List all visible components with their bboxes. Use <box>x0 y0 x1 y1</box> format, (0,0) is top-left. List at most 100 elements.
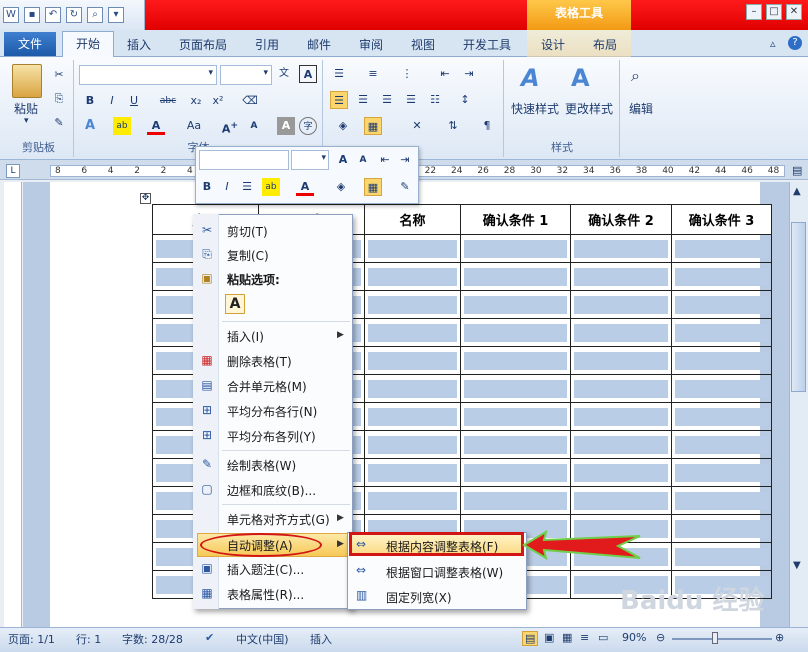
mini-font-size-select[interactable]: ▾ <box>291 150 329 170</box>
distributed-icon[interactable]: ☷ <box>426 91 444 109</box>
mini-shading-icon[interactable]: ◈ <box>332 178 350 196</box>
tab-file[interactable]: 文件 <box>4 32 56 56</box>
table-cell[interactable] <box>460 374 571 403</box>
text-effects-icon[interactable]: A <box>81 117 99 135</box>
menu-item-cut[interactable]: 剪切(T) <box>227 223 268 240</box>
tab-view[interactable]: 视图 <box>411 36 435 53</box>
menu-item-distribute-rows[interactable]: 平均分布各行(N) <box>227 403 317 420</box>
minimize-icon[interactable]: – <box>746 4 762 20</box>
table-cell[interactable] <box>364 402 461 431</box>
scroll-up-icon[interactable]: ▲ <box>793 186 801 197</box>
tab-table-design[interactable]: 设计 <box>541 36 565 53</box>
zoom-slider-thumb[interactable] <box>712 632 718 644</box>
italic-icon[interactable]: I <box>103 92 121 110</box>
table-cell[interactable] <box>570 262 672 291</box>
zoom-in-icon[interactable]: ⊕ <box>775 631 784 644</box>
ribbon-collapse-icon[interactable]: ▵ <box>770 37 776 50</box>
char-border-icon[interactable]: A <box>299 65 317 83</box>
print-preview-icon[interactable]: ⌕ <box>87 7 103 23</box>
tab-home[interactable]: 开始 <box>62 31 114 57</box>
tab-references[interactable]: 引用 <box>255 36 279 53</box>
multilevel-list-icon[interactable]: ⋮ <box>398 65 416 83</box>
table-cell[interactable] <box>460 262 571 291</box>
full-screen-view-icon[interactable]: ▣ <box>544 631 554 644</box>
table-cell[interactable] <box>460 290 571 319</box>
zoom-slider[interactable] <box>672 638 772 640</box>
table-cell[interactable] <box>364 374 461 403</box>
table-cell[interactable] <box>671 402 772 431</box>
table-cell[interactable] <box>364 234 461 263</box>
view-ruler-icon[interactable]: ▤ <box>792 164 802 177</box>
undo-icon[interactable]: ↶ <box>45 7 61 23</box>
table-cell[interactable] <box>570 374 672 403</box>
status-language[interactable]: 中文(中国) <box>236 631 289 647</box>
mini-highlight-icon[interactable]: ab <box>262 178 280 196</box>
mini-grow-font-icon[interactable]: A <box>334 151 352 169</box>
copy-icon[interactable]: ⎘ <box>50 90 68 108</box>
paste-keep-text-button[interactable]: A <box>225 294 245 314</box>
paste-button[interactable]: 粘贴 <box>14 100 38 117</box>
justify-icon[interactable]: ☰ <box>402 91 420 109</box>
line-spacing-icon[interactable]: ↕ <box>456 91 474 109</box>
menu-item-draw-table[interactable]: 绘制表格(W) <box>227 457 296 474</box>
table-header-cell[interactable]: 确认条件 2 <box>570 204 672 235</box>
mini-increase-indent-icon[interactable]: ⇥ <box>396 151 414 169</box>
redo-icon[interactable]: ↻ <box>66 7 82 23</box>
scroll-down-icon[interactable]: ▼ <box>793 560 801 571</box>
maximize-icon[interactable]: □ <box>766 4 782 20</box>
draft-view-icon[interactable]: ▭ <box>598 631 608 644</box>
table-cell[interactable] <box>460 402 571 431</box>
decrease-indent-icon[interactable]: ⇤ <box>436 65 454 83</box>
print-layout-view-icon[interactable]: ▤ <box>522 631 539 646</box>
tab-page-layout[interactable]: 页面布局 <box>179 36 227 53</box>
table-cell[interactable] <box>460 430 571 459</box>
table-cell[interactable] <box>671 430 772 459</box>
quick-styles-icon[interactable]: A <box>521 64 540 92</box>
bullets-icon[interactable]: ☰ <box>330 65 348 83</box>
table-cell[interactable] <box>364 262 461 291</box>
menu-item-borders-shading[interactable]: 边框和底纹(B)... <box>227 482 316 499</box>
table-cell[interactable] <box>671 234 772 263</box>
paste-icon[interactable] <box>12 64 42 98</box>
table-cell[interactable] <box>364 318 461 347</box>
table-cell[interactable] <box>671 290 772 319</box>
table-cell[interactable] <box>364 458 461 487</box>
menu-item-autofit-contents[interactable]: 根据内容调整表格(F) <box>386 538 498 555</box>
mini-center-icon[interactable]: ☰ <box>238 178 256 196</box>
show-marks-icon[interactable]: ¶ <box>478 117 496 135</box>
table-move-handle-icon[interactable]: ✥ <box>140 193 151 204</box>
align-right-icon[interactable]: ☰ <box>378 91 396 109</box>
menu-item-copy[interactable]: 复制(C) <box>227 247 269 264</box>
mini-borders-icon[interactable]: ▦ <box>364 178 382 196</box>
shrink-font-icon[interactable]: A <box>245 117 263 135</box>
outline-view-icon[interactable]: ≡ <box>580 631 589 644</box>
change-styles-icon[interactable]: A <box>571 64 590 92</box>
close-icon[interactable]: ✕ <box>786 4 802 20</box>
enclose-char-icon[interactable]: 字 <box>299 117 317 135</box>
quick-styles-button[interactable]: 快速样式 <box>511 100 559 117</box>
menu-item-insert[interactable]: 插入(I) <box>227 328 264 345</box>
menu-item-autofit-window[interactable]: 根据窗口调整表格(W) <box>386 564 503 581</box>
table-cell[interactable] <box>570 346 672 375</box>
table-cell[interactable] <box>460 346 571 375</box>
status-word-count[interactable]: 字数: 28/28 <box>122 631 183 647</box>
change-case-icon[interactable]: Aa <box>181 117 207 135</box>
font-family-select[interactable]: ▾ <box>79 65 217 85</box>
table-cell[interactable] <box>460 486 571 515</box>
zoom-out-icon[interactable]: ⊖ <box>656 631 665 644</box>
scrollbar-thumb[interactable] <box>791 222 806 392</box>
table-cell[interactable] <box>570 402 672 431</box>
table-cell[interactable] <box>460 318 571 347</box>
mini-shrink-font-icon[interactable]: A <box>354 151 372 169</box>
menu-item-insert-caption[interactable]: 插入题注(C)... <box>227 561 304 578</box>
table-cell[interactable] <box>570 486 672 515</box>
table-cell[interactable] <box>671 346 772 375</box>
table-cell[interactable] <box>671 486 772 515</box>
mini-font-color-icon[interactable]: A <box>296 178 314 196</box>
mini-italic-icon[interactable]: I <box>218 178 236 196</box>
menu-item-distribute-cols[interactable]: 平均分布各列(Y) <box>227 428 316 445</box>
tab-selector-icon[interactable]: L <box>6 164 20 178</box>
table-header-cell[interactable]: 名称 <box>364 204 461 235</box>
font-size-select[interactable]: ▾ <box>220 65 272 85</box>
help-icon[interactable]: ? <box>788 36 802 50</box>
